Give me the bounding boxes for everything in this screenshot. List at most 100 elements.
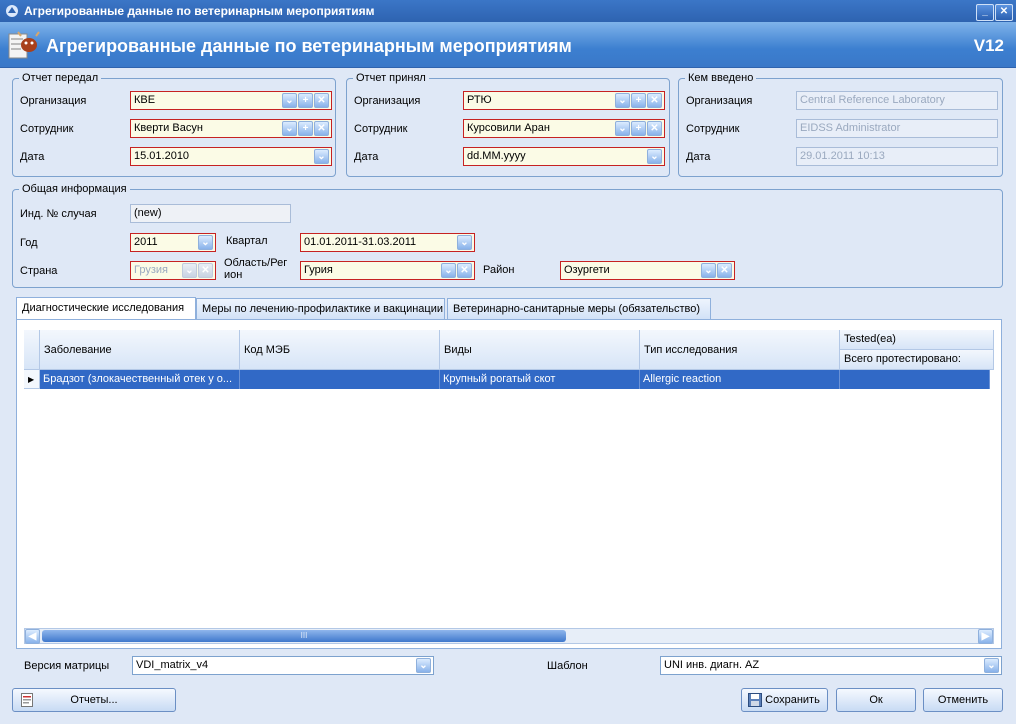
- region-value: Гурия: [304, 264, 333, 276]
- chevron-down-icon[interactable]: ⌄: [701, 263, 716, 278]
- minimize-button[interactable]: _: [976, 4, 994, 21]
- chevron-down-icon[interactable]: ⌄: [441, 263, 456, 278]
- tab-treatment[interactable]: Меры по лечению-профилактике и вакцинаци…: [196, 298, 445, 319]
- chevron-down-icon[interactable]: ⌄: [416, 658, 431, 673]
- region-label-line1: Область/Рег: [224, 257, 288, 269]
- form-title: Агрегированные данные по ветеринарным ме…: [46, 36, 572, 56]
- scroll-thumb[interactable]: III: [42, 630, 566, 642]
- window-title: Агрегированные данные по ветеринарным ме…: [24, 4, 375, 18]
- rayon-field[interactable]: Озургети ⌄ ✕: [560, 261, 735, 280]
- quarter-field[interactable]: 01.01.2011-31.03.2011 ⌄: [300, 233, 475, 252]
- group-legend: Общая информация: [19, 183, 130, 195]
- clear-icon[interactable]: ✕: [314, 121, 329, 136]
- sent-org-value: КВЕ: [134, 94, 156, 106]
- region-field[interactable]: Гурия ⌄ ✕: [300, 261, 475, 280]
- close-window-button[interactable]: ✕: [995, 4, 1013, 21]
- quarter-label: Квартал: [226, 235, 268, 247]
- template-label: Шаблон: [547, 660, 588, 672]
- plus-icon[interactable]: +: [298, 121, 313, 136]
- cancel-button[interactable]: Отменить: [923, 688, 1003, 712]
- chevron-down-icon[interactable]: ⌄: [615, 93, 630, 108]
- clear-icon[interactable]: ✕: [457, 263, 472, 278]
- scroll-right-icon[interactable]: ▶: [978, 629, 993, 644]
- reports-button[interactable]: Отчеты...: [12, 688, 176, 712]
- year-label: Год: [20, 237, 38, 249]
- col-header-disease[interactable]: Заболевание: [40, 330, 240, 370]
- table-cell-disease[interactable]: Брадзот (злокачественный отек у о...: [40, 370, 240, 389]
- received-employee-field[interactable]: Курсовили Аран ⌄ + ✕: [463, 119, 665, 138]
- clear-icon[interactable]: ✕: [717, 263, 732, 278]
- tab-diagnostic[interactable]: Диагностические исследования: [16, 297, 196, 319]
- entered-employee-field: EIDSS Administrator: [796, 119, 998, 138]
- scroll-left-icon[interactable]: ◀: [25, 629, 40, 644]
- year-field[interactable]: 2011 ⌄: [130, 233, 216, 252]
- entered-employee-value: EIDSS Administrator: [800, 122, 901, 134]
- row-pointer-icon: ▶: [28, 375, 35, 384]
- ok-button[interactable]: Ок: [836, 688, 916, 712]
- chevron-down-icon[interactable]: ⌄: [615, 121, 630, 136]
- country-label: Страна: [20, 265, 58, 277]
- country-value: Грузия: [134, 264, 168, 276]
- chevron-down-icon[interactable]: ⌄: [198, 235, 213, 250]
- chevron-down-icon[interactable]: ⌄: [282, 93, 297, 108]
- table-cell-oie-code[interactable]: [240, 370, 440, 389]
- report-icon: [21, 693, 33, 707]
- received-date-value: dd.MM.yyyy: [467, 150, 526, 162]
- plus-icon[interactable]: +: [631, 121, 646, 136]
- save-button[interactable]: Сохранить: [741, 688, 828, 712]
- tab-sanitary[interactable]: Ветеринарно-санитарные меры (обязательст…: [447, 298, 711, 319]
- app-icon: [6, 5, 18, 17]
- sent-date-field[interactable]: 15.01.2010 ⌄: [130, 147, 332, 166]
- region-label: Область/Рег ион: [224, 257, 287, 281]
- sent-org-field[interactable]: КВЕ ⌄ + ✕: [130, 91, 332, 110]
- entered-date-field: 29.01.2011 10:13: [796, 147, 998, 166]
- received-date-field[interactable]: dd.MM.yyyy ⌄: [463, 147, 665, 166]
- group-legend: Отчет передал: [19, 72, 102, 84]
- col-header-oie-code[interactable]: Код МЭБ: [240, 330, 440, 370]
- entered-org-value: Central Reference Laboratory: [800, 94, 945, 106]
- row-indicator-header: [24, 330, 40, 370]
- table-cell-tested[interactable]: [840, 370, 990, 389]
- table-cell-test-type[interactable]: Allergic reaction: [640, 370, 840, 389]
- table-cell-species[interactable]: Крупный рогатый скот: [440, 370, 640, 389]
- row-indicator[interactable]: ▶: [24, 370, 40, 389]
- template-select[interactable]: UNI инв. диагн. AZ ⌄: [660, 656, 1002, 675]
- col-header-test-type[interactable]: Тип исследования: [640, 330, 840, 370]
- clear-icon[interactable]: ✕: [314, 93, 329, 108]
- case-id-field: (new): [130, 204, 291, 223]
- matrix-version-value: VDI_matrix_v4: [136, 659, 209, 671]
- grid-horizontal-scrollbar[interactable]: ◀ III ▶: [24, 628, 994, 644]
- matrix-version-select[interactable]: VDI_matrix_v4 ⌄: [132, 656, 434, 675]
- clear-icon[interactable]: ✕: [647, 121, 662, 136]
- received-employee-value: Курсовили Аран: [467, 122, 550, 134]
- chevron-down-icon[interactable]: ⌄: [984, 658, 999, 673]
- chevron-down-icon[interactable]: ⌄: [282, 121, 297, 136]
- col-header-total-tested[interactable]: Всего протестировано:: [840, 350, 994, 370]
- scroll-grip-text: III: [300, 631, 308, 640]
- chevron-down-icon[interactable]: ⌄: [314, 149, 329, 164]
- sent-employee-value: Кверти Васун: [134, 122, 203, 134]
- group-legend: Кем введено: [685, 72, 757, 84]
- chevron-down-icon[interactable]: ⌄: [647, 149, 662, 164]
- clear-icon[interactable]: ✕: [647, 93, 662, 108]
- received-date-label: Дата: [354, 151, 379, 163]
- matrix-version-label: Версия матрицы: [24, 660, 110, 672]
- template-value: UNI инв. диагн. AZ: [664, 659, 760, 671]
- rayon-value: Озургети: [564, 264, 610, 276]
- floppy-disk-icon: [748, 693, 762, 707]
- plus-icon[interactable]: +: [298, 93, 313, 108]
- form-version: V12: [973, 36, 1004, 55]
- cow-icon: [8, 31, 40, 59]
- plus-icon[interactable]: +: [631, 93, 646, 108]
- received-employee-label: Сотрудник: [354, 123, 408, 135]
- chevron-down-icon[interactable]: ⌄: [457, 235, 472, 250]
- case-id-label: Инд. № случая: [20, 208, 97, 220]
- col-header-tested[interactable]: Tested(ea): [840, 330, 994, 350]
- sent-employee-field[interactable]: Кверти Васун ⌄ + ✕: [130, 119, 332, 138]
- entered-org-label: Организация: [686, 95, 753, 107]
- entered-date-value: 29.01.2011 10:13: [800, 150, 885, 162]
- received-org-field[interactable]: РТЮ ⌄ + ✕: [463, 91, 665, 110]
- col-header-species[interactable]: Виды: [440, 330, 640, 370]
- group-legend: Отчет принял: [353, 72, 429, 84]
- region-label-line2: ион: [224, 269, 243, 281]
